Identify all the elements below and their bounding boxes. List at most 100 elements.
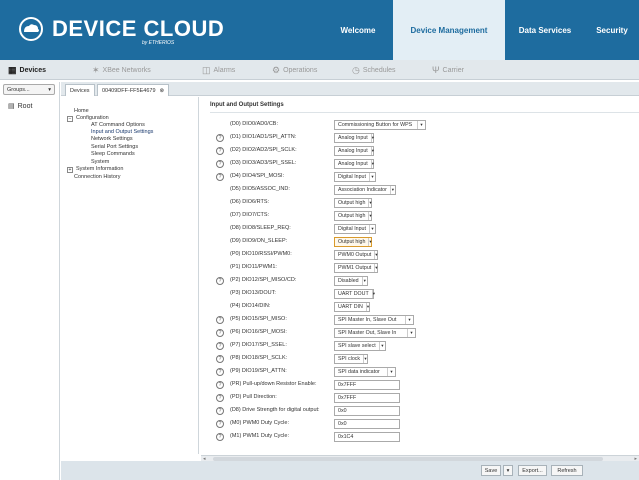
brand-logo[interactable]: DEVICE CLOUD by ETHERIOS (12, 10, 224, 50)
tab-carrier-label: Carrier (442, 66, 464, 74)
setting-select[interactable]: SPI Master In, Slave Out ▾ (334, 315, 414, 325)
tab-carrier[interactable]: Ψ Carrier (432, 60, 464, 80)
tree-system-information[interactable]: + System Information (67, 166, 123, 173)
setting-row: ? (P7) DIO17/SPI_SSEL: SPI slave select ▾ (200, 340, 639, 352)
close-tab-icon[interactable]: ⊗ (160, 88, 165, 94)
tab-device-detail[interactable]: 00409DFF-FF5E4679 ⊗ (97, 84, 170, 96)
tree-serial-port-settings[interactable]: Serial Port Settings (91, 144, 138, 150)
expand-icon[interactable]: + (67, 167, 73, 173)
help-icon[interactable]: ? (216, 433, 224, 441)
setting-label: (P5) DIO15/SPI_MISO: (230, 316, 287, 322)
setting-select[interactable]: SPI clock ▾ (334, 354, 368, 364)
setting-select[interactable]: PWM0 Output ▾ (334, 250, 378, 260)
setting-row: ? (P5) DIO15/SPI_MISO: SPI Master In, Slav… (200, 314, 639, 326)
tab-operations[interactable]: ⚙ Operations (272, 60, 317, 80)
chevron-down-icon: ▾ (417, 121, 425, 129)
export-button[interactable]: Export... (518, 465, 547, 476)
nav-welcome[interactable]: Welcome (323, 0, 393, 60)
help-icon[interactable]: ? (216, 420, 224, 428)
setting-input[interactable]: 0x0 (334, 406, 400, 416)
tree-network-settings[interactable]: Network Settings (91, 136, 133, 142)
setting-select-value: Digital Input (338, 174, 366, 180)
setting-select[interactable]: Digital Input ▾ (334, 224, 376, 234)
setting-select[interactable]: PWM1 Output ▾ (334, 263, 378, 273)
setting-select[interactable]: Output high ▾ (334, 211, 372, 221)
tab-alarms[interactable]: ◫ Alarms (202, 60, 235, 80)
tree-at-command-options[interactable]: AT Command Options (91, 122, 145, 128)
setting-select[interactable]: SPI data indicator ▾ (334, 367, 396, 377)
nav-data-services[interactable]: Data Services (505, 0, 585, 60)
setting-select[interactable]: Analog Input ▾ (334, 146, 374, 156)
nav-device-management[interactable]: Device Management (393, 0, 505, 60)
setting-label: (P1) DIO11/PWM1: (230, 264, 277, 270)
nav-security[interactable]: Security (585, 0, 639, 60)
setting-row: (P0) DIO10/RSSI/PWM0: PWM0 Output ▾ (200, 249, 639, 261)
tab-devices[interactable]: ▦ Devices (8, 60, 46, 80)
top-navigation: Welcome Device Management Data Services … (323, 0, 639, 60)
chevron-down-icon: ▾ (363, 355, 367, 363)
help-icon[interactable]: ? (216, 147, 224, 155)
help-icon[interactable]: ? (216, 277, 224, 285)
help-icon[interactable]: ? (216, 134, 224, 142)
help-icon[interactable]: ? (216, 355, 224, 363)
setting-select[interactable]: Association Indicator ▾ (334, 185, 396, 195)
setting-select[interactable]: Digital Input ▾ (334, 172, 376, 182)
tab-schedules[interactable]: ◷ Schedules (352, 60, 396, 80)
tab-xbee-networks[interactable]: ✶ XBee Networks (92, 60, 151, 80)
tab-devices-list[interactable]: Devices (65, 84, 95, 96)
help-icon[interactable]: ? (216, 381, 224, 389)
clock-icon: ◷ (352, 64, 360, 75)
help-icon[interactable]: ? (216, 316, 224, 324)
setting-input[interactable]: 0x7FFF (334, 380, 400, 390)
refresh-button[interactable]: Refresh (551, 465, 583, 476)
setting-select[interactable]: Disabled ▾ (334, 276, 368, 286)
setting-label: (D4) DIO4/SPI_MOSI: (230, 173, 285, 179)
folder-icon: ▤ (8, 103, 15, 110)
setting-select[interactable]: UART DOUT ▾ (334, 289, 375, 299)
tree-configuration[interactable]: − Configuration (67, 115, 109, 122)
chevron-down-icon: ▾ (368, 212, 372, 220)
cloud-logo-icon (19, 17, 43, 41)
setting-select[interactable]: SPI Master Out, Slave In ▾ (334, 328, 416, 338)
setting-select-value: Commissioning Button for WPS (338, 122, 413, 128)
tree-connection-history[interactable]: Connection History (74, 174, 120, 180)
setting-select[interactable]: SPI slave select ▾ (334, 341, 386, 351)
help-icon[interactable]: ? (216, 368, 224, 376)
help-icon[interactable]: ? (216, 329, 224, 337)
setting-select-value: Analog Input (338, 135, 368, 141)
setting-select[interactable]: Analog Input ▾ (334, 133, 374, 143)
chevron-down-icon: ▾ (387, 368, 395, 376)
setting-select[interactable]: Output high ▾ (334, 198, 372, 208)
save-button[interactable]: Save (481, 465, 501, 476)
tree-input-output-settings[interactable]: Input and Output Settings (91, 129, 153, 135)
tree-system[interactable]: System (91, 159, 109, 165)
setting-select-value: Digital Input (338, 226, 366, 232)
setting-select[interactable]: Output high ▾ (334, 237, 372, 247)
setting-select[interactable]: Analog Input ▾ (334, 159, 374, 169)
help-icon[interactable]: ? (216, 342, 224, 350)
chevron-down-icon: ▾ (370, 134, 375, 142)
setting-input[interactable]: 0x7FFF (334, 393, 400, 403)
tree-home[interactable]: Home (74, 108, 89, 114)
tree-sleep-commands[interactable]: Sleep Commands (91, 151, 135, 157)
collapse-icon[interactable]: − (67, 116, 73, 122)
section-title: Input and Output Settings (210, 97, 639, 113)
root-group[interactable]: ▤ Root (8, 102, 32, 111)
setting-label: (P9) DIO19/SPI_ATTN: (230, 368, 287, 374)
help-icon[interactable]: ? (216, 407, 224, 415)
setting-input[interactable]: 0x0 (334, 419, 400, 429)
setting-select[interactable]: UART DIN ▾ (334, 302, 370, 312)
setting-row: (P1) DIO11/PWM1: PWM1 Output ▾ (200, 262, 639, 274)
setting-select[interactable]: Commissioning Button for WPS ▾ (334, 120, 426, 130)
help-icon[interactable]: ? (216, 173, 224, 181)
setting-label: (D2) DIO2/AD2/SPI_SCLK: (230, 147, 297, 153)
setting-input[interactable]: 0x1C4 (334, 432, 400, 442)
help-icon[interactable]: ? (216, 394, 224, 402)
alarm-icon: ◫ (202, 64, 211, 75)
save-options-button[interactable]: ▾ (503, 465, 513, 476)
groups-dropdown[interactable]: Groups... ▾ (3, 84, 55, 95)
help-icon[interactable]: ? (216, 160, 224, 168)
device-id-label: 00409DFF-FF5E4679 (102, 87, 156, 94)
tab-alarms-label: Alarms (213, 66, 236, 74)
chevron-down-icon: ▾ (370, 160, 375, 168)
